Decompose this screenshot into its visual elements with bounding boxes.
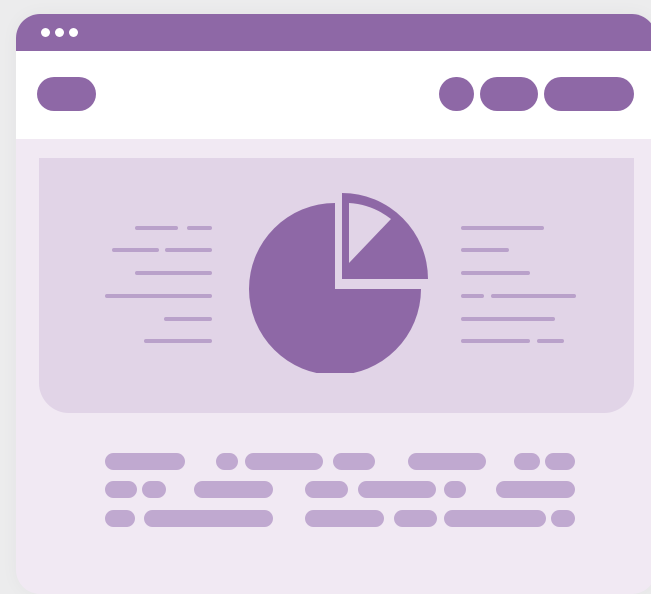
- footer-item: [305, 510, 384, 527]
- window-control-dot-minimize[interactable]: [55, 28, 64, 37]
- text-line: [135, 226, 178, 230]
- nav-icon-button[interactable]: [439, 77, 474, 111]
- footer-item: [305, 481, 348, 498]
- footer-item: [194, 481, 273, 498]
- footer-item: [333, 453, 375, 470]
- footer-item: [545, 453, 575, 470]
- footer-item: [551, 510, 575, 527]
- footer-item: [105, 481, 137, 498]
- text-line: [461, 294, 484, 298]
- text-line: [537, 339, 564, 343]
- text-line: [165, 248, 212, 252]
- text-line: [491, 294, 576, 298]
- logo-button[interactable]: [37, 77, 96, 111]
- footer-item: [444, 510, 546, 527]
- footer-item: [496, 481, 575, 498]
- text-line: [461, 248, 509, 252]
- window-control-dot-close[interactable]: [41, 28, 50, 37]
- footer-item: [216, 453, 238, 470]
- text-line: [135, 271, 212, 275]
- text-line: [461, 226, 544, 230]
- footer-item: [142, 481, 166, 498]
- footer-item: [408, 453, 486, 470]
- footer-item: [245, 453, 323, 470]
- browser-window: [16, 14, 651, 594]
- text-line: [105, 294, 212, 298]
- site-header: [16, 51, 651, 139]
- footer-item: [444, 481, 466, 498]
- window-control-dot-maximize[interactable]: [69, 28, 78, 37]
- text-line: [187, 226, 212, 230]
- footer-item: [144, 510, 273, 527]
- pie-chart-icon: [249, 193, 428, 373]
- nav-button-2[interactable]: [544, 77, 634, 111]
- footer-item: [358, 481, 436, 498]
- nav-button-1[interactable]: [480, 77, 538, 111]
- footer-item: [394, 510, 437, 527]
- text-line: [144, 339, 212, 343]
- footer-item: [105, 453, 185, 470]
- text-line: [461, 339, 530, 343]
- text-line: [461, 271, 530, 275]
- window-titlebar: [16, 14, 651, 51]
- footer-item: [105, 510, 135, 527]
- text-line: [112, 248, 159, 252]
- footer-item: [514, 453, 540, 470]
- text-line: [164, 317, 212, 321]
- text-line: [461, 317, 555, 321]
